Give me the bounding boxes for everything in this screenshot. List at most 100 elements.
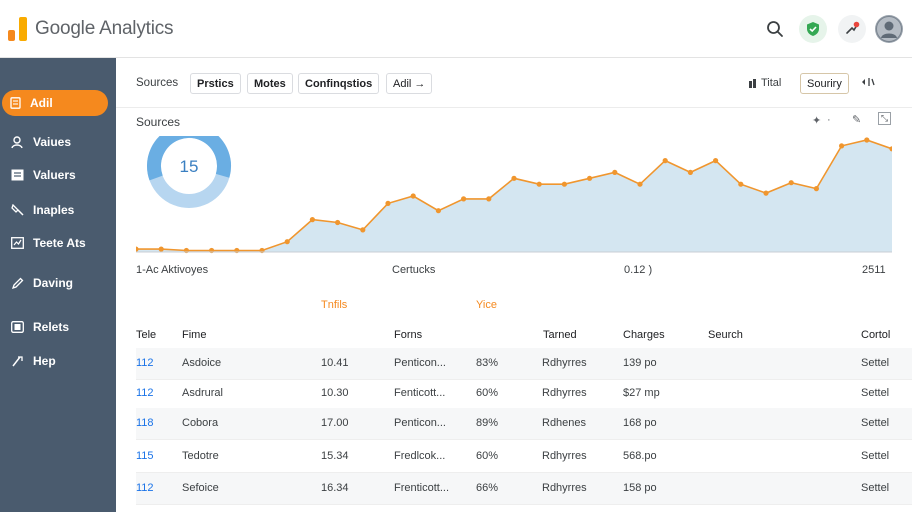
data-point[interactable]: [788, 180, 794, 186]
sidebar-item-valuers[interactable]: Valuers: [0, 162, 116, 188]
cell-value: 15.34: [321, 450, 349, 462]
data-point[interactable]: [335, 219, 341, 226]
bar-chart-icon: [749, 78, 756, 88]
cell-form: Penticon...: [394, 357, 446, 369]
data-point[interactable]: [738, 181, 744, 187]
account-avatar[interactable]: [875, 15, 903, 43]
data-point[interactable]: [713, 158, 719, 164]
sidebar-item-adil[interactable]: Adil: [2, 90, 108, 116]
filter-button[interactable]: [861, 76, 875, 88]
expand-icon[interactable]: ⤡: [878, 112, 891, 125]
data-point[interactable]: [813, 186, 820, 192]
sources-chart: 15: [136, 136, 892, 254]
data-point[interactable]: [158, 246, 164, 252]
cell-charge: 568.po: [623, 450, 657, 462]
sidebar-item-label: Inaples: [33, 203, 75, 217]
cell-value: 10.30: [321, 387, 349, 399]
cell-form: Fenticott...: [394, 387, 446, 399]
security-status-button[interactable]: [799, 15, 827, 43]
data-point[interactable]: [536, 181, 542, 187]
filter-icon: [862, 78, 875, 86]
data-point[interactable]: [360, 227, 366, 233]
cell-pct: 60%: [476, 387, 499, 399]
column-header[interactable]: Tarned: [543, 329, 577, 341]
data-point[interactable]: [435, 208, 441, 214]
tab-confinqstios[interactable]: Confinqstios: [298, 73, 380, 94]
cell-action[interactable]: Settel: [861, 482, 889, 494]
list-icon: [10, 168, 24, 182]
cell-value: 16.34: [321, 482, 349, 494]
data-point[interactable]: [284, 239, 290, 245]
area-fill: [136, 140, 892, 252]
data-point[interactable]: [637, 181, 643, 187]
tab-motes[interactable]: Motes: [247, 73, 293, 94]
sidebar-item-hep[interactable]: Hep: [0, 348, 116, 374]
column-header[interactable]: Charges: [623, 329, 665, 341]
table-row[interactable]: 112 Asdrural 10.30 Fenticott... 60% Rdhyrres $…: [136, 378, 912, 410]
document-icon: [8, 96, 22, 110]
sidebar-item-label: Vaiues: [33, 135, 72, 149]
main-content: Sources Prstics Motes Confinqstios Adil …: [116, 58, 912, 512]
sidebar-item-daving[interactable]: Daving: [0, 270, 116, 296]
data-point[interactable]: [461, 196, 467, 202]
column-header[interactable]: Fime: [182, 329, 206, 341]
cell-id[interactable]: 112: [136, 387, 154, 399]
cell-charge: $27 mp: [623, 387, 660, 399]
edit-icon[interactable]: ✎: [852, 113, 861, 126]
pin-icon[interactable]: ✦: [812, 114, 821, 127]
total-toggle[interactable]: Tital: [749, 77, 781, 89]
shield-check-icon: [807, 22, 819, 36]
more-icon[interactable]: ·: [827, 114, 831, 126]
column-header[interactable]: Forns: [394, 329, 422, 341]
notifications-button[interactable]: [838, 15, 866, 43]
data-point[interactable]: [486, 196, 492, 202]
tab-sources[interactable]: Sources: [136, 77, 178, 89]
search-button[interactable]: [761, 15, 789, 43]
avatar-icon: [876, 16, 902, 42]
column-header[interactable]: Cortol: [861, 329, 890, 341]
data-point[interactable]: [864, 137, 870, 143]
cell-id[interactable]: 118: [136, 417, 154, 429]
cell-type: Rdhenes: [542, 417, 587, 429]
data-point[interactable]: [662, 158, 668, 164]
data-point[interactable]: [612, 169, 618, 175]
data-point[interactable]: [687, 169, 694, 175]
cell-action[interactable]: Settel: [861, 417, 889, 429]
cell-action[interactable]: Settel: [861, 357, 889, 369]
cell-action[interactable]: Settel: [861, 387, 889, 399]
table-row[interactable]: 112 Asdoice 10.41 Penticon... 83% Rdhyrres 139…: [136, 348, 912, 380]
table-row[interactable]: 115 Tedotre 15.34 Fredlcok... 60% Rdhyrres 568…: [136, 441, 912, 473]
analytics-logo-icon: [8, 17, 27, 41]
cell-id[interactable]: 115: [136, 450, 154, 462]
column-header[interactable]: Tele: [136, 329, 156, 341]
cell-pct: 60%: [476, 450, 499, 462]
data-point[interactable]: [561, 181, 567, 187]
table-row[interactable]: 112 Sefoice 16.34 Frenticott... 66% Rdhyrres 1…: [136, 473, 912, 505]
column-header[interactable]: Seurch: [708, 329, 743, 341]
x-tick-label: 2511: [862, 264, 886, 276]
cell-action[interactable]: Settel: [861, 450, 889, 462]
cell-name: Cobora: [182, 417, 219, 429]
tab-prstics[interactable]: Prstics: [190, 73, 241, 94]
data-point[interactable]: [385, 200, 391, 206]
sidebar-item-vaiues[interactable]: Vaiues: [0, 129, 116, 155]
data-point[interactable]: [511, 175, 517, 181]
cell-id[interactable]: 112: [136, 357, 154, 369]
security-button[interactable]: Souriry: [800, 73, 849, 94]
cell-charge: 139 po: [623, 357, 657, 369]
cell-pct: 83%: [476, 357, 499, 369]
data-point[interactable]: [309, 217, 315, 223]
sidebar-item-label: Valuers: [33, 168, 76, 182]
search-icon: [767, 21, 783, 37]
sidebar-item-relets[interactable]: Relets: [0, 314, 116, 340]
sidebar-item-inaples[interactable]: Inaples: [0, 197, 116, 223]
cell-id[interactable]: 112: [136, 482, 154, 494]
sidebar-item-teete-ats[interactable]: Teete Ats: [0, 230, 116, 256]
data-point[interactable]: [763, 190, 769, 196]
tab-adil[interactable]: Adil →: [386, 73, 433, 94]
data-point[interactable]: [839, 143, 845, 149]
data-point[interactable]: [587, 175, 593, 181]
cell-name: Asdrural: [182, 387, 223, 399]
data-point[interactable]: [410, 193, 416, 199]
table-row[interactable]: 118 Cobora 17.00 Penticon... 89% Rdhenes 168 p…: [136, 408, 912, 440]
